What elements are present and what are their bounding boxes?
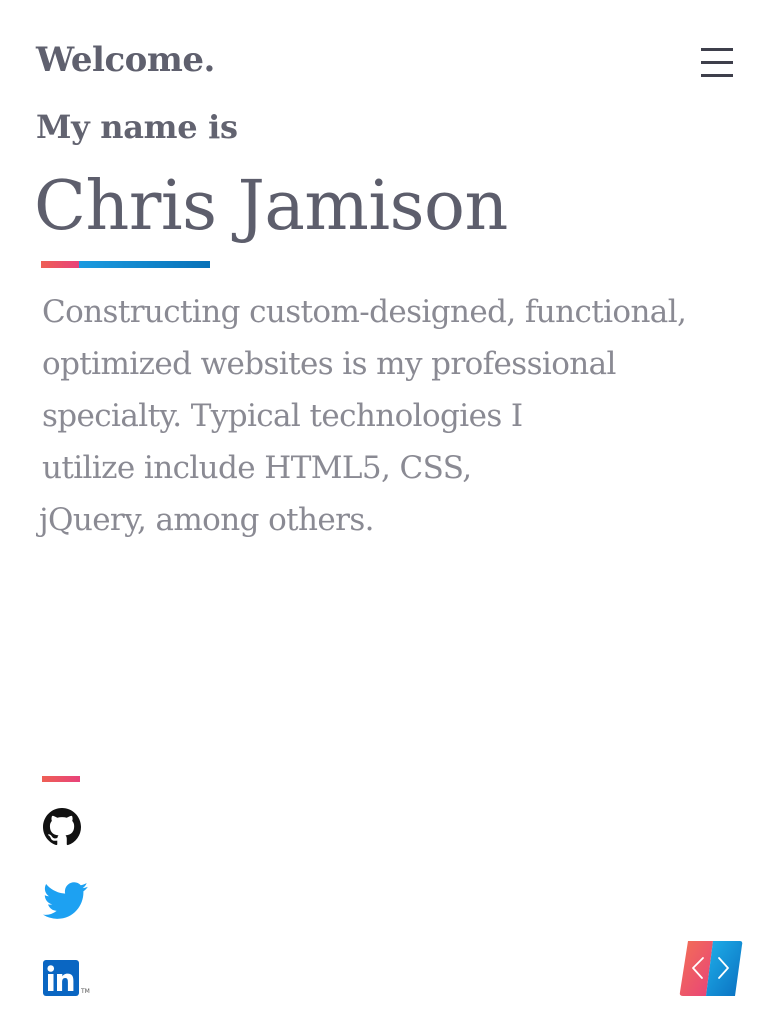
welcome-heading: Welcome. [36, 40, 215, 80]
menu-line [701, 74, 733, 77]
bio-line: utilize include HTML5, CSS, [42, 450, 472, 486]
prev-next-arrows-icon [679, 941, 743, 996]
github-icon [43, 808, 81, 846]
menu-line [701, 48, 733, 51]
linkedin-trademark: TM [80, 988, 90, 995]
bio-paragraph: Constructing custom-designed, functional… [39, 286, 732, 546]
underline-blue-segment [79, 261, 210, 268]
twitter-icon [43, 882, 88, 919]
name-underline [41, 261, 210, 268]
menu-line [701, 61, 733, 64]
linkedin-icon: TM [43, 960, 90, 996]
person-name: Chris Jamison [34, 167, 508, 246]
twitter-link[interactable] [43, 882, 88, 920]
bio-line: jQuery, among others. [39, 502, 374, 538]
page-nav-arrows[interactable] [679, 941, 743, 996]
underline-red-segment [41, 261, 79, 268]
social-divider [42, 776, 80, 782]
bio-line: specialty. Typical technologies I [42, 398, 523, 434]
github-link[interactable] [43, 808, 81, 846]
menu-button[interactable] [701, 48, 735, 82]
bio-line: optimized websites is my professional [42, 346, 616, 382]
linkedin-link[interactable]: TM [43, 960, 93, 996]
intro-text: My name is [36, 108, 238, 146]
bio-line: Constructing custom-designed, functional… [42, 294, 687, 330]
